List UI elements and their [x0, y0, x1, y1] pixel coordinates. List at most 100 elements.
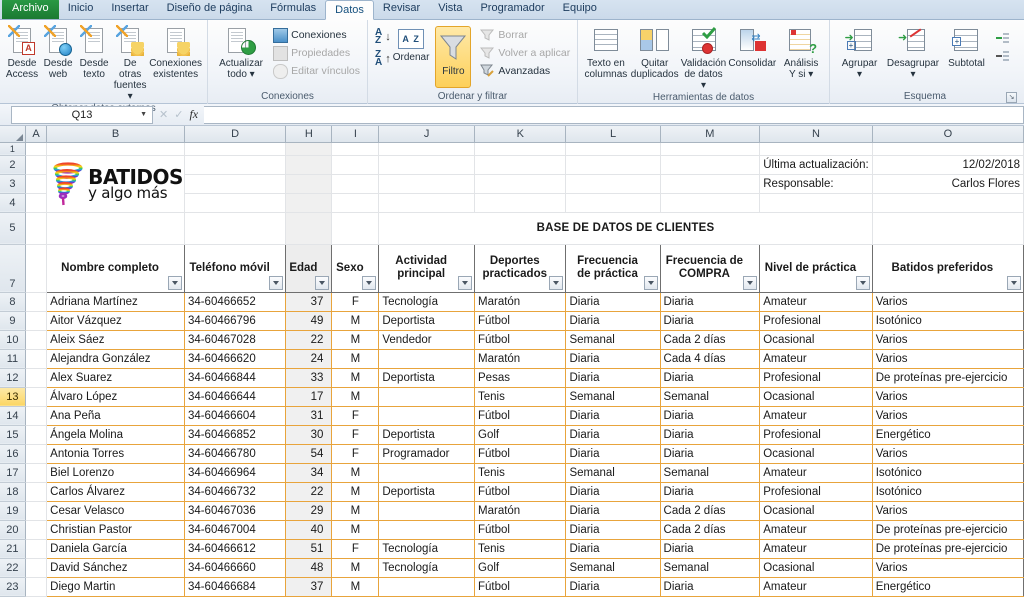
column-header-M[interactable]: M — [660, 126, 761, 143]
cell-K3[interactable] — [474, 174, 567, 194]
cell-actividad-row-9[interactable]: Deportista — [378, 311, 476, 331]
cell-nivel-row-11[interactable]: Amateur — [759, 349, 873, 369]
cell-telefono-row-9[interactable]: 34-60466796 — [184, 311, 287, 331]
cell-frec_compra-row-18[interactable]: Diaria — [660, 482, 761, 502]
cell-frec_practica-row-9[interactable]: Diaria — [565, 311, 661, 331]
formula-input[interactable] — [204, 105, 1024, 124]
button-conexiones-existentes[interactable]: Conexiones existentes — [148, 24, 203, 80]
button-consolidar[interactable]: ⇄ Consolidar — [727, 24, 777, 69]
button-texto-en-columnas[interactable]: Texto en columnas — [582, 24, 630, 80]
cell-edad-row-19[interactable]: 29 — [285, 501, 333, 521]
row-header-22[interactable]: 22 — [0, 558, 26, 578]
cell-telefono-row-12[interactable]: 34-60466844 — [184, 368, 287, 388]
cell-batido-row-11[interactable]: Varios — [872, 349, 1024, 369]
cell-deporte-row-13[interactable]: Tenis — [474, 387, 567, 407]
row-header-18[interactable]: 18 — [0, 482, 26, 502]
cell-frec_compra-row-22[interactable]: Semanal — [660, 558, 761, 578]
cell-edad-row-13[interactable]: 17 — [285, 387, 333, 407]
cell-deporte-row-16[interactable]: Fútbol — [474, 444, 567, 464]
cell-batido-row-20[interactable]: De proteínas pre-ejercicio — [872, 520, 1024, 540]
cell-deporte-row-19[interactable]: Maratón — [474, 501, 567, 521]
cell-nivel-row-15[interactable]: Profesional — [759, 425, 873, 445]
cell-telefono-row-15[interactable]: 34-60466852 — [184, 425, 287, 445]
cell-sexo-row-11[interactable]: M — [331, 349, 380, 369]
row-header-13[interactable]: 13 — [0, 387, 26, 407]
cell-batido-row-16[interactable]: Varios — [872, 444, 1024, 464]
cell-D1[interactable] — [184, 142, 287, 156]
cell-A15[interactable] — [25, 425, 48, 445]
cell-deporte-row-14[interactable]: Fútbol — [474, 406, 567, 426]
cell-frec_compra-row-9[interactable]: Diaria — [660, 311, 761, 331]
cell-nombre-row-9[interactable]: Aitor Vázquez — [46, 311, 185, 331]
name-box-chevron-down-icon[interactable]: ▼ — [140, 111, 147, 118]
row-header-4[interactable]: 4 — [0, 193, 26, 213]
cell-nivel-row-22[interactable]: Ocasional — [759, 558, 873, 578]
cell-frec_practica-row-23[interactable]: Diaria — [565, 577, 661, 597]
filter-dropdown-sexo[interactable] — [362, 275, 377, 290]
cell-actividad-row-11[interactable] — [378, 349, 476, 369]
cell-frec_practica-row-11[interactable]: Diaria — [565, 349, 661, 369]
row-header-14[interactable]: 14 — [0, 406, 26, 426]
cell-sexo-row-8[interactable]: F — [331, 292, 380, 312]
table-header-batidos-preferidos[interactable]: Batidos preferidos — [871, 243, 1024, 293]
button-desde-web[interactable]: Desde web — [40, 24, 76, 80]
tab-formulas[interactable]: Fórmulas — [261, 0, 325, 19]
cell-actividad-row-22[interactable]: Tecnología — [378, 558, 476, 578]
cell-nivel-row-18[interactable]: Profesional — [759, 482, 873, 502]
row-header-8[interactable]: 8 — [0, 292, 26, 312]
cell-nombre-row-16[interactable]: Antonia Torres — [46, 444, 185, 464]
cell-B2-logo[interactable]: BATIDOS y algo más — [46, 155, 185, 213]
cell-sexo-row-20[interactable]: M — [331, 520, 380, 540]
cell-batido-row-12[interactable]: De proteínas pre-ejercicio — [872, 368, 1024, 388]
button-desde-texto[interactable]: Desde texto — [76, 24, 112, 80]
cell-edad-row-18[interactable]: 22 — [285, 482, 333, 502]
cell-deporte-row-22[interactable]: Golf — [474, 558, 567, 578]
cell-batido-row-13[interactable]: Varios — [872, 387, 1024, 407]
row-header-9[interactable]: 9 — [0, 311, 26, 331]
cell-edad-row-22[interactable]: 48 — [285, 558, 333, 578]
table-header-deportes-practicados[interactable]: Deportes practicados — [474, 243, 567, 293]
cell-B1[interactable] — [46, 142, 185, 156]
row-header-23[interactable]: 23 — [0, 577, 26, 597]
cell-telefono-row-20[interactable]: 34-60467004 — [184, 520, 287, 540]
cell-edad-row-20[interactable]: 40 — [285, 520, 333, 540]
cell-deporte-row-21[interactable]: Tenis — [474, 539, 567, 559]
cell-A2[interactable] — [25, 155, 48, 175]
column-header-A[interactable]: A — [25, 126, 48, 143]
cell-N2-updated-label[interactable]: Última actualización: — [759, 155, 873, 175]
table-header-nombre-completo[interactable]: Nombre completo — [46, 243, 185, 293]
cell-A9[interactable] — [25, 311, 48, 331]
cell-telefono-row-17[interactable]: 34-60466964 — [184, 463, 287, 483]
cell-deporte-row-23[interactable]: Fútbol — [474, 577, 567, 597]
cell-sexo-row-9[interactable]: M — [331, 311, 380, 331]
cell-sexo-row-22[interactable]: M — [331, 558, 380, 578]
column-header-N[interactable]: N — [759, 126, 873, 143]
cell-deporte-row-9[interactable]: Fútbol — [474, 311, 567, 331]
cell-I3[interactable] — [331, 174, 380, 194]
cell-actividad-row-14[interactable] — [378, 406, 476, 426]
cell-telefono-row-16[interactable]: 34-60466780 — [184, 444, 287, 464]
cell-J2[interactable] — [378, 155, 476, 175]
cell-nivel-row-9[interactable]: Profesional — [759, 311, 873, 331]
button-quitar-duplicados[interactable]: Quitar duplicados — [630, 24, 680, 80]
cell-N1[interactable] — [759, 142, 873, 156]
cell-nombre-row-15[interactable]: Ángela Molina — [46, 425, 185, 445]
row-header-15[interactable]: 15 — [0, 425, 26, 445]
cell-batido-row-22[interactable]: Varios — [872, 558, 1024, 578]
button-desde-access[interactable]: A Desde Access — [4, 24, 40, 80]
cell-frec_practica-row-15[interactable]: Diaria — [565, 425, 661, 445]
row-header-21[interactable]: 21 — [0, 539, 26, 559]
column-header-J[interactable]: J — [378, 126, 476, 143]
button-filtro[interactable]: Filtro — [435, 26, 472, 88]
row-header-11[interactable]: 11 — [0, 349, 26, 369]
cell-deporte-row-20[interactable]: Fútbol — [474, 520, 567, 540]
cell-edad-row-9[interactable]: 49 — [285, 311, 333, 331]
table-header-nivel-de-practica[interactable]: Nivel de práctica — [759, 243, 873, 293]
row-header-17[interactable]: 17 — [0, 463, 26, 483]
table-header-frecuencia-de-compra[interactable]: Frecuencia de COMPRA — [659, 243, 761, 293]
column-header-B[interactable]: B — [46, 126, 185, 143]
cell-O5[interactable] — [872, 212, 1024, 245]
cell-frec_compra-row-13[interactable]: Semanal — [660, 387, 761, 407]
button-ordenar[interactable]: A Z Ordenar — [393, 24, 429, 63]
filter-dropdown-edad[interactable] — [315, 275, 330, 290]
